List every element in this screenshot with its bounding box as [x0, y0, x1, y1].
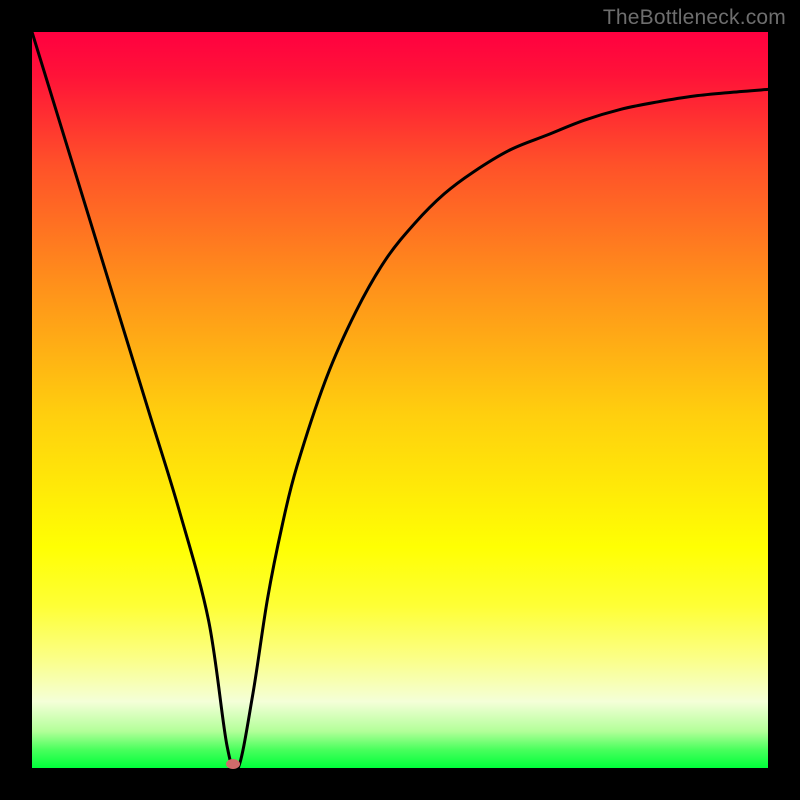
- watermark-text: TheBottleneck.com: [603, 6, 786, 30]
- bottleneck-curve: [32, 32, 768, 768]
- curve-path: [32, 32, 768, 768]
- plot-area: [32, 32, 768, 768]
- minimum-marker: [226, 759, 240, 769]
- chart-frame: TheBottleneck.com: [0, 0, 800, 800]
